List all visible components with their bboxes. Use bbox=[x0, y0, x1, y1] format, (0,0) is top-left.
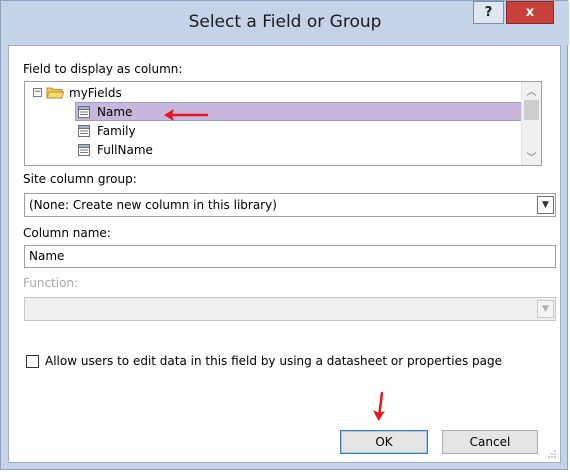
allow-edit-label: Allow users to edit data in this field b… bbox=[45, 354, 503, 368]
tree-item-label: Name bbox=[97, 104, 133, 119]
annotation-arrow-icon bbox=[164, 109, 209, 121]
chevron-down-icon[interactable]: ▼ bbox=[537, 196, 554, 214]
column-name-input[interactable]: Name bbox=[24, 245, 556, 268]
function-select[interactable]: ▼ bbox=[24, 297, 556, 321]
column-name-value: Name bbox=[29, 249, 65, 263]
field-icon bbox=[77, 105, 91, 119]
scrollbar-thumb[interactable] bbox=[524, 100, 539, 120]
field-to-display-label: Field to display as column: bbox=[23, 62, 183, 76]
tree-item-name[interactable]: Name bbox=[77, 102, 132, 121]
column-name-label: Column name: bbox=[23, 226, 111, 240]
tree-selection-highlight bbox=[75, 102, 537, 121]
site-column-group-value: (None: Create new column in this library… bbox=[29, 198, 277, 212]
field-icon bbox=[77, 143, 91, 157]
field-icon bbox=[77, 124, 91, 138]
scroll-up-icon[interactable]: ︿ bbox=[522, 82, 541, 99]
function-label: Function: bbox=[23, 276, 79, 290]
folder-icon bbox=[46, 86, 65, 99]
close-icon: x bbox=[525, 5, 535, 20]
help-button[interactable]: ? bbox=[473, 1, 504, 24]
field-tree[interactable]: − myFields Name Family FullName ︿ ﹀ bbox=[24, 81, 542, 166]
tree-item-fullname[interactable]: FullName bbox=[77, 140, 153, 159]
collapse-icon[interactable]: − bbox=[33, 88, 42, 97]
close-button[interactable]: x bbox=[506, 1, 554, 24]
annotation-arrow-icon bbox=[373, 391, 385, 421]
tree-item-label: FullName bbox=[97, 142, 153, 157]
ok-button[interactable]: OK bbox=[340, 430, 428, 454]
chevron-down-icon[interactable]: ▼ bbox=[537, 300, 554, 318]
allow-edit-checkbox[interactable] bbox=[26, 354, 39, 368]
cancel-button[interactable]: Cancel bbox=[442, 430, 538, 454]
site-column-group-label: Site column group: bbox=[23, 172, 137, 186]
scroll-down-icon[interactable]: ﹀ bbox=[522, 148, 541, 165]
allow-edit-checkbox-row[interactable]: Allow users to edit data in this field b… bbox=[26, 354, 502, 368]
tree-item-label: Family bbox=[97, 123, 136, 138]
tree-scrollbar[interactable]: ︿ ﹀ bbox=[521, 82, 541, 165]
tree-item-myfields[interactable]: − myFields bbox=[33, 83, 122, 102]
site-column-group-select[interactable]: (None: Create new column in this library… bbox=[24, 193, 556, 217]
title-bar[interactable]: Select a Field or Group ? x bbox=[1, 1, 569, 45]
dialog-body: Field to display as column: − myFields N… bbox=[8, 45, 561, 463]
tree-item-label: myFields bbox=[69, 85, 122, 100]
tree-item-family[interactable]: Family bbox=[77, 121, 136, 140]
resize-grip-icon[interactable] bbox=[547, 449, 557, 459]
dialog-window: Select a Field or Group ? x Field to dis… bbox=[0, 0, 569, 470]
